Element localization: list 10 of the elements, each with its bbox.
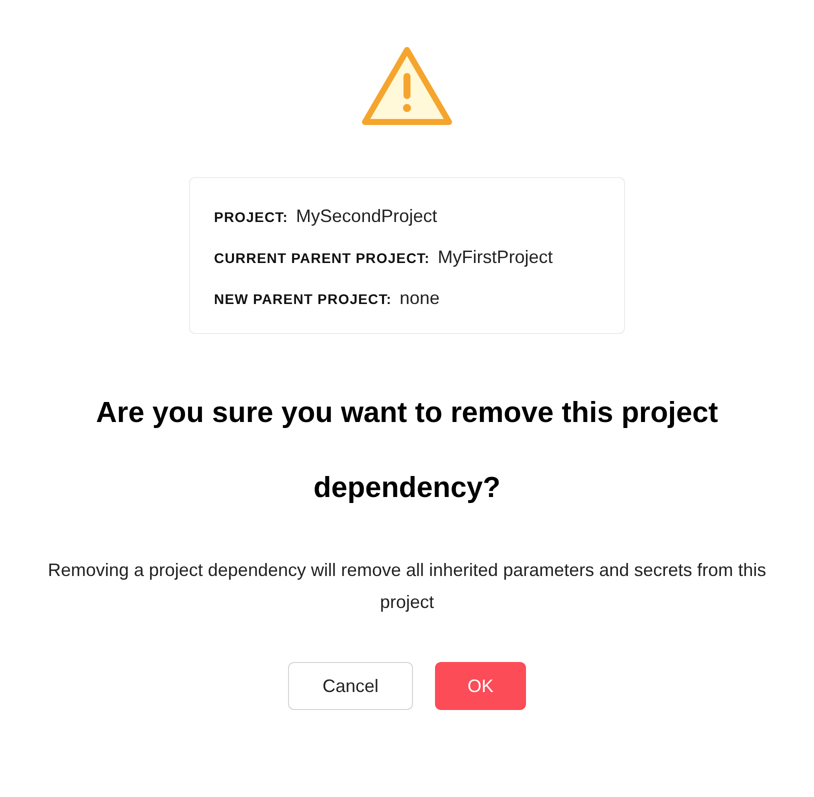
dialog-title: Are you sure you want to remove this project dependency? — [94, 396, 720, 506]
detail-label: PROJECT: — [214, 209, 288, 225]
cancel-button[interactable]: Cancel — [288, 662, 413, 710]
detail-label: CURRENT PARENT PROJECT: — [214, 250, 430, 266]
detail-value: MyFirstProject — [438, 247, 553, 268]
detail-label: NEW PARENT PROJECT: — [214, 291, 392, 307]
dialog-message: Removing a project dependency will remove all inherited parameters and secrets from this project — [46, 559, 768, 614]
detail-value: MySecondProject — [296, 206, 438, 227]
detail-value: none — [400, 288, 440, 309]
warning-icon — [361, 45, 453, 127]
